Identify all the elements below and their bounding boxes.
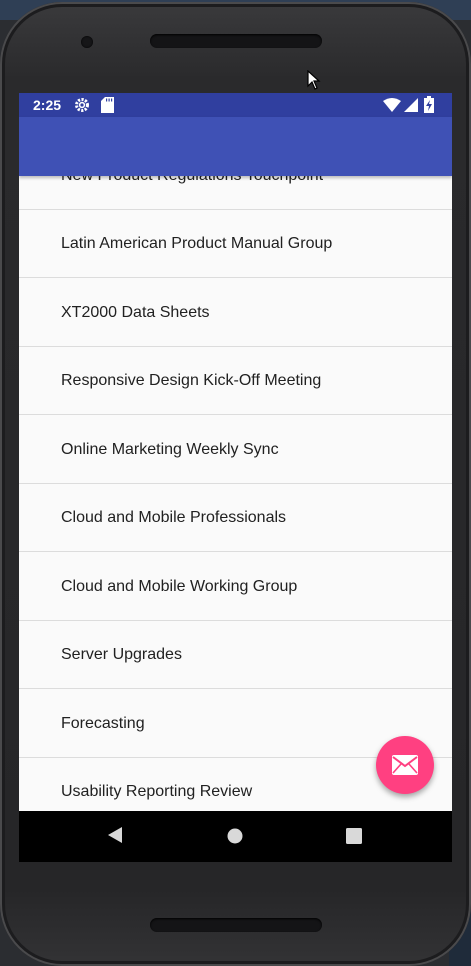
list-item[interactable]: Latin American Product Manual Group bbox=[19, 210, 452, 278]
mouse-cursor-icon bbox=[307, 69, 321, 95]
home-icon[interactable] bbox=[226, 827, 244, 850]
list-item[interactable]: Server Upgrades bbox=[19, 621, 452, 689]
compose-mail-fab[interactable] bbox=[376, 736, 434, 794]
app-bar bbox=[19, 117, 452, 176]
list-item[interactable]: Online Marketing Weekly Sync bbox=[19, 416, 452, 484]
status-time: 2:25 bbox=[33, 97, 62, 113]
list-item[interactable]: Responsive Design Kick-Off Meeting bbox=[19, 347, 452, 415]
list-item-title: Usability Reporting Review bbox=[61, 783, 253, 800]
event-list[interactable]: New Product Regulations Touchpoint Latin… bbox=[19, 176, 452, 811]
list-item-title: Responsive Design Kick-Off Meeting bbox=[61, 372, 322, 389]
device-screen: 2:25 New Product Regulations Touchpoint … bbox=[19, 93, 452, 862]
list-item-title: Online Marketing Weekly Sync bbox=[61, 441, 279, 458]
list-item-title: Server Upgrades bbox=[61, 646, 182, 663]
front-camera bbox=[81, 36, 93, 48]
navigation-bar bbox=[19, 811, 452, 862]
mail-icon bbox=[392, 755, 418, 775]
earpiece-speaker bbox=[150, 34, 322, 48]
wifi-icon bbox=[383, 98, 401, 117]
list-item-title: Latin American Product Manual Group bbox=[61, 235, 333, 252]
list-item-title: Cloud and Mobile Working Group bbox=[61, 578, 298, 595]
settings-icon bbox=[74, 97, 90, 118]
battery-charging-icon bbox=[424, 96, 434, 118]
list-item[interactable]: XT2000 Data Sheets bbox=[19, 279, 452, 347]
list-item[interactable]: Cloud and Mobile Professionals bbox=[19, 484, 452, 552]
list-item-title: New Product Regulations Touchpoint bbox=[61, 176, 323, 210]
list-item[interactable]: Cloud and Mobile Working Group bbox=[19, 553, 452, 621]
list-item[interactable]: New Product Regulations Touchpoint bbox=[19, 176, 452, 210]
list-item-title: Cloud and Mobile Professionals bbox=[61, 509, 287, 526]
back-icon[interactable] bbox=[106, 825, 124, 850]
cell-signal-icon bbox=[404, 98, 418, 117]
bottom-speaker bbox=[150, 918, 322, 932]
list-item-title: XT2000 Data Sheets bbox=[61, 304, 210, 321]
list-item-title: Forecasting bbox=[61, 715, 145, 732]
status-bar: 2:25 bbox=[19, 93, 452, 117]
sd-card-icon bbox=[101, 97, 114, 118]
recents-icon[interactable] bbox=[345, 827, 363, 850]
